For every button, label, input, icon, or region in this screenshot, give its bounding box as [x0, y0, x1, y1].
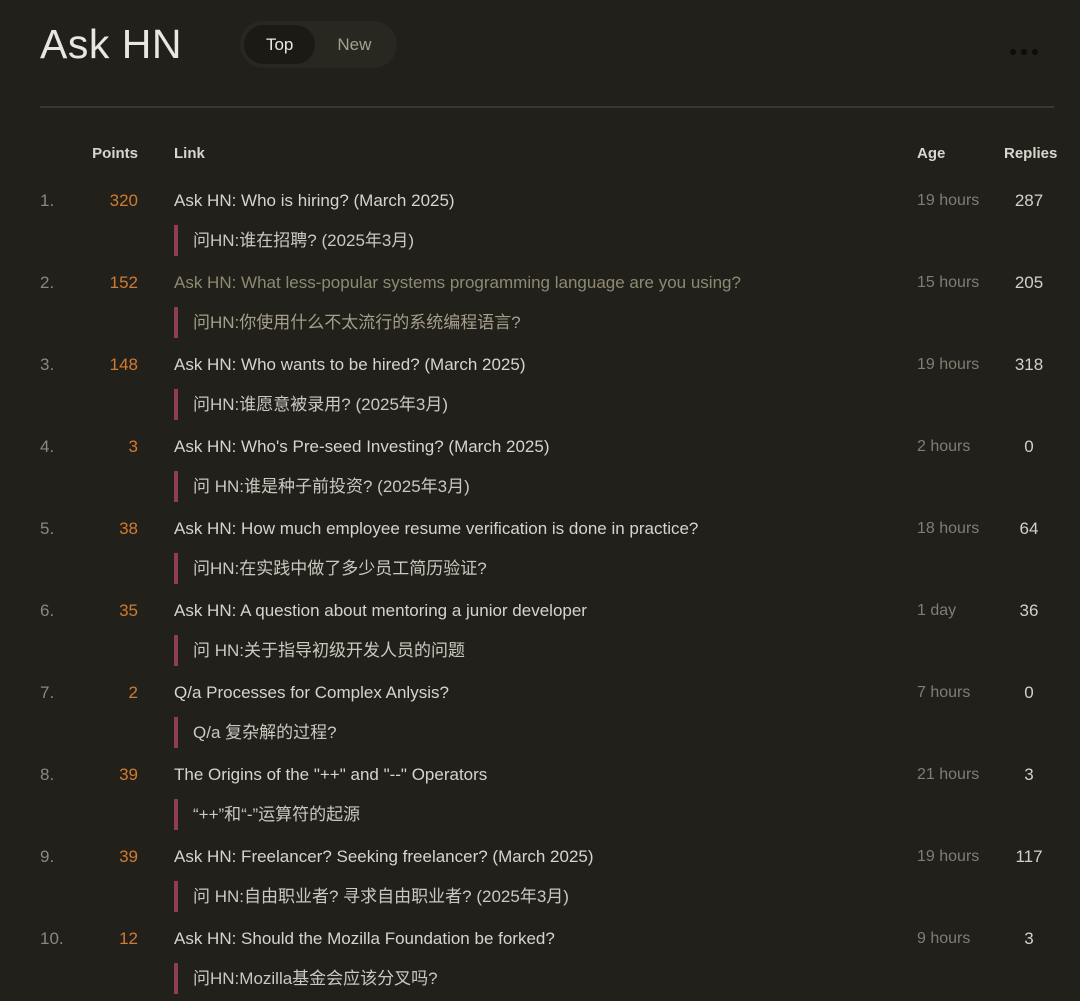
story-replies[interactable]: 287: [1004, 188, 1054, 214]
story-age: 19 hours: [917, 192, 980, 209]
story-row: 10. 12 Ask HN: Should the Mozilla Founda…: [0, 926, 1080, 1001]
story-link-cell: Ask HN: Should the Mozilla Foundation be…: [174, 926, 917, 994]
story-link-cell: Ask HN: A question about mentoring a jun…: [174, 598, 917, 666]
story-rank: 1.: [40, 191, 55, 210]
story-age: 9 hours: [917, 930, 971, 947]
story-age: 7 hours: [917, 684, 971, 701]
story-age: 21 hours: [917, 766, 980, 783]
story-rank: 5.: [40, 519, 55, 538]
story-points: 12: [119, 929, 138, 948]
story-age: 19 hours: [917, 356, 980, 373]
story-points: 39: [119, 765, 138, 784]
story-link-cell: The Origins of the "++" and "--" Operato…: [174, 762, 917, 830]
story-replies[interactable]: 318: [1004, 352, 1054, 378]
story-translation: 问 HN:关于指导初级开发人员的问题: [174, 635, 917, 666]
story-age: 19 hours: [917, 848, 980, 865]
story-link-cell: Ask HN: What less-popular systems progra…: [174, 270, 917, 338]
col-header-rank: [40, 144, 70, 164]
story-title-link[interactable]: The Origins of the "++" and "--" Operato…: [174, 762, 487, 788]
story-points: 2: [128, 683, 138, 702]
ellipsis-icon: [1010, 48, 1016, 55]
story-translation: “++”和“-”运算符的起源: [174, 799, 917, 830]
story-link-cell: Q/a Processes for Complex Anlysis? Q/a 复…: [174, 680, 917, 748]
ask-hn-page: Ask HN Top New Points Link Age Replies 1…: [0, 21, 1080, 1001]
story-row: 3. 148 Ask HN: Who wants to be hired? (M…: [0, 352, 1080, 434]
story-rank: 3.: [40, 355, 55, 374]
story-title-link[interactable]: Ask HN: How much employee resume verific…: [174, 516, 698, 542]
col-header-link: Link: [174, 145, 205, 162]
ellipsis-icon: [1032, 48, 1038, 55]
story-translation: 问HN:Mozilla基金会应该分叉吗?: [174, 963, 917, 994]
story-age: 18 hours: [917, 520, 980, 537]
story-points: 3: [128, 437, 138, 456]
story-translation: 问HN:你使用什么不太流行的系统编程语言?: [174, 307, 917, 338]
story-translation: 问 HN:谁是种子前投资? (2025年3月): [174, 471, 917, 502]
story-replies[interactable]: 36: [1004, 598, 1054, 624]
ellipsis-icon: [1021, 48, 1027, 55]
story-rank: 4.: [40, 437, 55, 456]
story-points: 39: [119, 847, 138, 866]
story-translation: Q/a 复杂解的过程?: [174, 717, 917, 748]
story-title-link[interactable]: Q/a Processes for Complex Anlysis?: [174, 680, 449, 706]
tab-new[interactable]: New: [315, 25, 393, 64]
header-divider: [40, 106, 1054, 108]
story-link-cell: Ask HN: Who wants to be hired? (March 20…: [174, 352, 917, 420]
story-title-link[interactable]: Ask HN: What less-popular systems progra…: [174, 270, 741, 296]
story-link-cell: Ask HN: Freelancer? Seeking freelancer? …: [174, 844, 917, 912]
table-header: Points Link Age Replies: [0, 144, 1080, 164]
story-translation: 问 HN:自由职业者? 寻求自由职业者? (2025年3月): [174, 881, 917, 912]
story-link-cell: Ask HN: How much employee resume verific…: [174, 516, 917, 584]
col-header-age: Age: [917, 145, 946, 162]
tab-top[interactable]: Top: [243, 25, 316, 64]
overflow-menu-button[interactable]: [1008, 45, 1040, 59]
story-replies[interactable]: 3: [1004, 926, 1054, 952]
story-rank: 9.: [40, 847, 55, 866]
story-list: 1. 320 Ask HN: Who is hiring? (March 202…: [0, 188, 1080, 1001]
story-title-link[interactable]: Ask HN: Should the Mozilla Foundation be…: [174, 926, 555, 952]
story-age: 1 day: [917, 602, 957, 619]
col-header-points: Points: [92, 145, 138, 162]
app-header: Ask HN Top New: [40, 21, 1040, 68]
feed-toggle: Top New: [239, 21, 398, 68]
story-title-link[interactable]: Ask HN: Who wants to be hired? (March 20…: [174, 352, 525, 378]
story-rank: 10.: [40, 929, 64, 948]
story-points: 35: [119, 601, 138, 620]
story-row: 5. 38 Ask HN: How much employee resume v…: [0, 516, 1080, 598]
story-title-link[interactable]: Ask HN: Who's Pre-seed Investing? (March…: [174, 434, 550, 460]
story-translation: 问HN:谁在招聘? (2025年3月): [174, 225, 917, 256]
page-title: Ask HN: [40, 21, 182, 67]
story-points: 38: [119, 519, 138, 538]
story-replies[interactable]: 64: [1004, 516, 1054, 542]
story-replies[interactable]: 205: [1004, 270, 1054, 296]
story-row: 1. 320 Ask HN: Who is hiring? (March 202…: [0, 188, 1080, 270]
story-replies[interactable]: 0: [1004, 680, 1054, 706]
story-replies[interactable]: 3: [1004, 762, 1054, 788]
story-row: 8. 39 The Origins of the "++" and "--" O…: [0, 762, 1080, 844]
story-replies[interactable]: 117: [1004, 844, 1054, 870]
story-link-cell: Ask HN: Who's Pre-seed Investing? (March…: [174, 434, 917, 502]
story-row: 4. 3 Ask HN: Who's Pre-seed Investing? (…: [0, 434, 1080, 516]
story-title-link[interactable]: Ask HN: Freelancer? Seeking freelancer? …: [174, 844, 594, 870]
story-rank: 2.: [40, 273, 55, 292]
story-age: 15 hours: [917, 274, 980, 291]
col-header-replies: Replies: [1004, 145, 1058, 162]
story-points: 148: [109, 355, 138, 374]
story-translation: 问HN:谁愿意被录用? (2025年3月): [174, 389, 917, 420]
story-row: 2. 152 Ask HN: What less-popular systems…: [0, 270, 1080, 352]
story-rank: 8.: [40, 765, 55, 784]
story-age: 2 hours: [917, 438, 971, 455]
story-points: 320: [109, 191, 138, 210]
story-title-link[interactable]: Ask HN: A question about mentoring a jun…: [174, 598, 587, 624]
story-rank: 7.: [40, 683, 55, 702]
story-row: 7. 2 Q/a Processes for Complex Anlysis? …: [0, 680, 1080, 762]
story-row: 6. 35 Ask HN: A question about mentoring…: [0, 598, 1080, 680]
story-row: 9. 39 Ask HN: Freelancer? Seeking freela…: [0, 844, 1080, 926]
story-link-cell: Ask HN: Who is hiring? (March 2025) 问HN:…: [174, 188, 917, 256]
col-spacer: [138, 144, 174, 164]
story-points: 152: [109, 273, 138, 292]
story-replies[interactable]: 0: [1004, 434, 1054, 460]
story-translation: 问HN:在实践中做了多少员工简历验证?: [174, 553, 917, 584]
story-rank: 6.: [40, 601, 55, 620]
story-title-link[interactable]: Ask HN: Who is hiring? (March 2025): [174, 188, 455, 214]
